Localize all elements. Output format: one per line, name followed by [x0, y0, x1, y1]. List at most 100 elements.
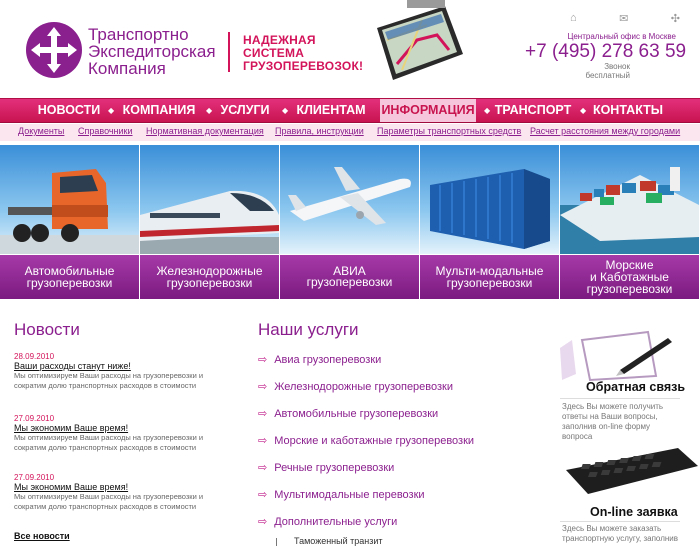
service-label: Морские и каботажные грузоперевозки: [274, 435, 475, 447]
nav-item-company[interactable]: КОМПАНИЯ: [120, 99, 198, 122]
arrow-right-icon: ⇨: [258, 489, 268, 501]
news-item: 27.09.2010 Мы экономим Ваше время! Мы оп…: [14, 414, 214, 453]
arrow-right-icon: ⇨: [258, 462, 268, 474]
subnav-link-regulatory[interactable]: Нормативная документация: [146, 126, 264, 136]
news-summary: Мы оптимизируем Ваши расходы на грузопер…: [14, 371, 204, 390]
main-nav: НОВОСТИ ◆ КОМПАНИЯ ◆ УСЛУГИ ◆ КЛИЕНТАМ И…: [0, 98, 700, 123]
subnav-link-distance[interactable]: Расчет расстояния между городами: [530, 126, 680, 136]
service-label: Авиа грузоперевозки: [274, 354, 382, 366]
banner-train[interactable]: Железнодорожные грузоперевозки: [140, 145, 279, 299]
feedback-title[interactable]: Обратная связь: [586, 380, 685, 394]
service-link-air[interactable]: ⇨ Авиа грузоперевозки: [258, 353, 381, 366]
news-date: 27.09.2010: [14, 414, 55, 423]
nav-separator: ◆: [282, 106, 289, 115]
nav-separator: ◆: [484, 106, 491, 115]
free-call-label: Звонок бесплатный: [585, 62, 630, 80]
ship-image: [560, 145, 699, 254]
nav-separator: ◆: [580, 106, 587, 115]
container-image: [420, 145, 559, 254]
home-icon[interactable]: ⌂: [570, 12, 577, 25]
news-headline-link[interactable]: Мы экономим Ваше время!: [14, 482, 214, 492]
train-image: [140, 145, 279, 254]
sub-nav: Документы Справочники Нормативная докуме…: [0, 124, 700, 141]
news-headline-link[interactable]: Ваши расходы станут ниже!: [14, 361, 214, 371]
subnav-link-reference[interactable]: Справочники: [78, 126, 133, 136]
service-link-river[interactable]: ⇨ Речные грузоперевозки: [258, 461, 394, 474]
train-icon: [140, 190, 279, 254]
airplane-icon: [288, 167, 411, 225]
service-label: Автомобильные грузоперевозки: [274, 408, 439, 420]
feedback-clipboard-image: [560, 330, 672, 382]
service-sublink-customs[interactable]: Таможенный транзит: [294, 536, 383, 546]
container-icon: [430, 169, 550, 249]
feedback-description: Здесь Вы можете получить ответы на Ваши …: [562, 402, 664, 441]
mail-icon[interactable]: ✉: [619, 12, 628, 25]
slogan: НАДЕЖНАЯ СИСТЕМА ГРУЗОПЕРЕВОЗОК!: [243, 33, 364, 73]
news-summary: Мы оптимизируем Ваши расходы на грузопер…: [14, 492, 204, 511]
news-date: 28.09.2010: [14, 352, 55, 361]
news-summary: Мы оптимизируем Ваши расходы на грузопер…: [14, 433, 204, 452]
subnav-link-documents[interactable]: Документы: [18, 126, 64, 136]
nav-item-information[interactable]: ИНФОРМАЦИЯ: [380, 99, 476, 122]
service-link-extra[interactable]: ⇨ Дополнительные услуги: [258, 515, 397, 528]
banner-caption: АВИА грузоперевозки: [280, 255, 419, 299]
nav-item-news[interactable]: НОВОСТИ: [34, 99, 104, 122]
ship-icon: [560, 167, 699, 254]
online-order-title[interactable]: On-line заявка: [590, 505, 678, 519]
nav-item-transport[interactable]: ТРАНСПОРТ: [494, 99, 572, 122]
service-link-rail[interactable]: ⇨ Железнодорожные грузоперевозки: [258, 380, 453, 393]
news-item: 28.09.2010 Ваши расходы станут ниже! Мы …: [14, 352, 214, 391]
service-link-sea[interactable]: ⇨ Морские и каботажные грузоперевозки: [258, 434, 474, 447]
office-label: Центральный офис в Москве: [567, 32, 676, 41]
news-heading: Новости: [14, 320, 80, 339]
nav-item-clients[interactable]: КЛИЕНТАМ: [290, 99, 372, 122]
nav-item-contacts[interactable]: КОНТАКТЫ: [590, 99, 666, 122]
banner-truck[interactable]: Автомобильные грузоперевозки: [0, 145, 139, 299]
all-news-link[interactable]: Все новости: [14, 531, 70, 541]
company-name: Транспортно Экспедиторская Компания: [88, 25, 216, 78]
service-label: Мультимодальные перевозки: [274, 489, 425, 501]
sitemap-icon[interactable]: ✣: [671, 12, 680, 25]
phone-number: +7 (495) 278 63 59: [525, 41, 687, 62]
nav-separator: ◆: [108, 106, 115, 115]
airplane-image: [280, 145, 419, 254]
nav-item-services[interactable]: УСЛУГИ: [216, 99, 274, 122]
company-logo[interactable]: [26, 22, 82, 78]
banner-caption: Мульти-модальные грузоперевозки: [420, 255, 559, 299]
arrow-right-icon: ⇨: [258, 435, 268, 447]
transport-banners: Автомобильные грузоперевозки Железнодоро…: [0, 145, 700, 299]
gps-navigator-image: [377, 0, 463, 80]
service-label: Дополнительные услуги: [274, 516, 398, 528]
arrow-right-icon: ⇨: [258, 354, 268, 366]
keyboard-image: [566, 448, 698, 494]
nav-separator: ◆: [206, 106, 213, 115]
divider: [560, 521, 680, 522]
banner-caption: Морские и Каботажные грузоперевозки: [560, 255, 699, 299]
top-icons: ⌂ ✉ ✣: [570, 12, 680, 25]
sub-item-marker: [276, 538, 277, 546]
truck-image: [0, 145, 139, 254]
services-heading: Наши услуги: [258, 320, 359, 339]
subnav-link-rules[interactable]: Правила, инструкции: [275, 126, 364, 136]
news-headline-link[interactable]: Мы экономим Ваше время!: [14, 423, 214, 433]
arrow-right-icon: ⇨: [258, 516, 268, 528]
banner-multimodal[interactable]: Мульти-модальные грузоперевозки: [420, 145, 559, 299]
truck-icon: [0, 169, 139, 254]
service-link-multimodal[interactable]: ⇨ Мультимодальные перевозки: [258, 488, 425, 501]
banner-caption: Железнодорожные грузоперевозки: [140, 255, 279, 299]
service-label: Речные грузоперевозки: [274, 462, 395, 474]
news-date: 27.09.2010: [14, 473, 55, 482]
arrow-right-icon: ⇨: [258, 381, 268, 393]
service-label: Железнодорожные грузоперевозки: [274, 381, 454, 393]
arrow-right-icon: ⇨: [258, 408, 268, 420]
subnav-link-vehicle-params[interactable]: Параметры транспортных средств: [377, 126, 521, 136]
online-order-description: Здесь Вы можете заказать транспортную ус…: [562, 524, 679, 543]
banner-caption: Автомобильные грузоперевозки: [0, 255, 139, 299]
logo-arrows-icon: [31, 27, 77, 73]
banner-air[interactable]: АВИА грузоперевозки: [280, 145, 419, 299]
slogan-divider: [228, 32, 230, 72]
service-link-road[interactable]: ⇨ Автомобильные грузоперевозки: [258, 407, 438, 420]
divider: [560, 398, 680, 399]
banner-sea[interactable]: Морские и Каботажные грузоперевозки: [560, 145, 699, 299]
news-item: 27.09.2010 Мы экономим Ваше время! Мы оп…: [14, 473, 214, 512]
